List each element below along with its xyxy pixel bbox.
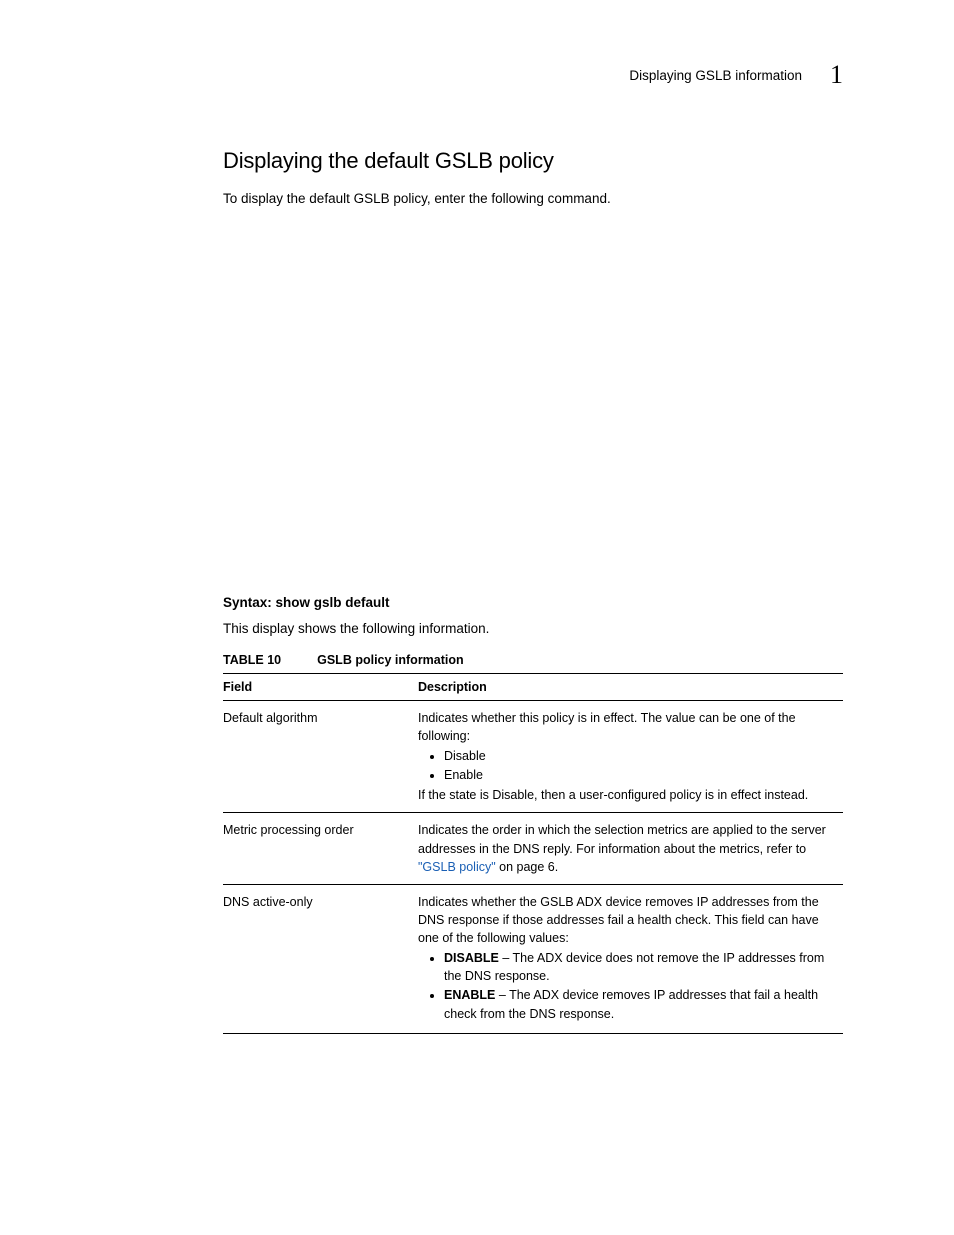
- gslb-policy-table: Field Description Default algorithm Indi…: [223, 673, 843, 1034]
- syntax-label: Syntax:: [223, 595, 272, 610]
- section-intro: To display the default GSLB policy, ente…: [223, 190, 843, 209]
- blank-region: [223, 223, 843, 595]
- page-content: Displaying GSLB information 1 Displaying…: [223, 60, 843, 1034]
- desc-bullets: DISABLE – The ADX device does not remove…: [418, 949, 839, 1023]
- bullet-label: DISABLE: [444, 951, 499, 965]
- chapter-number: 1: [830, 60, 843, 90]
- desc-text: If the state is Disable, then a user-con…: [418, 788, 808, 802]
- post-syntax-text: This display shows the following informa…: [223, 620, 843, 639]
- bullet-rest: – The ADX device removes IP addresses th…: [444, 988, 818, 1020]
- table-caption-label: TABLE 10: [223, 653, 281, 667]
- section-heading: Displaying the default GSLB policy: [223, 148, 843, 174]
- table-row: Metric processing order Indicates the or…: [223, 813, 843, 884]
- cell-field: Metric processing order: [223, 813, 418, 884]
- bullet-rest: – The ADX device does not remove the IP …: [444, 951, 824, 983]
- cell-field: Default algorithm: [223, 700, 418, 813]
- desc-text: on page 6.: [496, 860, 559, 874]
- desc-bullets: Disable Enable: [418, 747, 839, 784]
- table-row: DNS active-only Indicates whether the GS…: [223, 884, 843, 1033]
- bullet-label: ENABLE: [444, 988, 495, 1002]
- bullet-item: Enable: [444, 766, 839, 784]
- col-header-description: Description: [418, 673, 843, 700]
- cell-description: Indicates whether this policy is in effe…: [418, 700, 843, 813]
- bullet-item: Disable: [444, 747, 839, 765]
- cell-description: Indicates whether the GSLB ADX device re…: [418, 884, 843, 1033]
- table-caption: TABLE 10 GSLB policy information: [223, 653, 843, 667]
- table-caption-title: GSLB policy information: [317, 653, 464, 667]
- running-title: Displaying GSLB information: [629, 68, 802, 83]
- table-row: Default algorithm Indicates whether this…: [223, 700, 843, 813]
- table-header-row: Field Description: [223, 673, 843, 700]
- col-header-field: Field: [223, 673, 418, 700]
- desc-text: Indicates the order in which the selecti…: [418, 823, 826, 855]
- desc-text: Indicates whether this policy is in effe…: [418, 711, 796, 743]
- desc-text: Indicates whether the GSLB ADX device re…: [418, 895, 819, 945]
- syntax-line: Syntax: show gslb default: [223, 595, 843, 610]
- bullet-item: ENABLE – The ADX device removes IP addre…: [444, 986, 839, 1022]
- syntax-command: show gslb default: [276, 595, 390, 610]
- cell-field: DNS active-only: [223, 884, 418, 1033]
- cell-description: Indicates the order in which the selecti…: [418, 813, 843, 884]
- running-header: Displaying GSLB information 1: [223, 60, 843, 90]
- bullet-item: DISABLE – The ADX device does not remove…: [444, 949, 839, 985]
- cross-ref-link[interactable]: "GSLB policy": [418, 860, 496, 874]
